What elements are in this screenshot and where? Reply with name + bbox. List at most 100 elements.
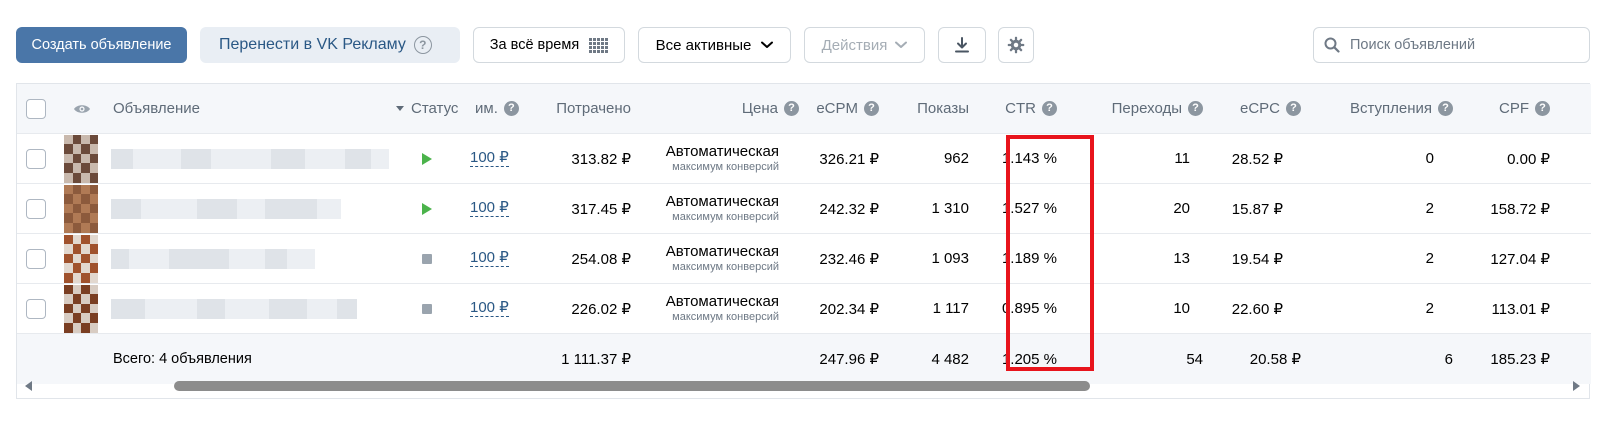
transfer-to-vk-ads-button[interactable]: Перенести в VK Рекламу ? — [200, 27, 460, 63]
status-cell[interactable] — [422, 234, 432, 283]
header-clicks[interactable]: Переходы? — [1077, 84, 1203, 133]
search-icon — [1324, 37, 1340, 53]
header-price[interactable]: Цена? — [637, 84, 799, 133]
clicks-cell: 10 — [1173, 300, 1190, 317]
clicks-cell: 11 — [1174, 150, 1190, 167]
price-mode: Автоматическая — [665, 243, 779, 260]
help-icon[interactable]: ? — [413, 36, 432, 54]
help-icon[interactable]: ? — [864, 101, 879, 116]
price-strategy: максимум конверсий — [672, 261, 779, 273]
help-icon[interactable]: ? — [1042, 101, 1057, 116]
table-row-3[interactable]: 100 ₽ 254.08 ₽ Автоматическая максимум к… — [17, 234, 1591, 284]
help-icon[interactable]: ? — [1535, 101, 1550, 116]
period-label: За всё время — [489, 37, 580, 53]
horizontal-scrollbar[interactable] — [17, 374, 1591, 400]
status-cell[interactable] — [422, 184, 432, 233]
header-joins[interactable]: Вступления? — [1317, 84, 1453, 133]
status-cell[interactable] — [422, 284, 432, 333]
row-checkbox[interactable] — [26, 248, 46, 269]
ad-thumbnail[interactable] — [64, 284, 98, 333]
header-ad[interactable]: Объявление — [113, 84, 200, 133]
help-icon[interactable]: ? — [1188, 101, 1203, 116]
scroll-thumb[interactable] — [174, 381, 1090, 391]
status-cell[interactable] — [422, 134, 432, 183]
ad-thumbnail[interactable] — [64, 234, 98, 283]
status-filter-label: Все активные — [655, 36, 752, 54]
ad-thumbnail[interactable] — [64, 184, 98, 233]
gear-icon — [1007, 36, 1025, 54]
spent-cell: 226.02 ₽ — [571, 300, 631, 318]
scroll-left-arrow-icon[interactable] — [25, 381, 32, 391]
create-ad-button[interactable]: Создать объявление — [16, 27, 187, 63]
period-selector-button[interactable]: За всё время — [473, 27, 625, 63]
help-icon[interactable]: ? — [1438, 101, 1453, 116]
header-price-label: Цена — [741, 100, 778, 117]
header-ecpc[interactable]: eCPC? — [1207, 84, 1301, 133]
header-budget-label: им. — [475, 100, 498, 117]
ctr-cell: 1.527 % — [1001, 200, 1057, 217]
help-icon[interactable]: ? — [1286, 101, 1301, 116]
ecpm-cell: 202.34 ₽ — [819, 300, 879, 318]
header-budget[interactable]: им.? — [475, 84, 519, 133]
status-filter-dropdown[interactable]: Все активные — [638, 27, 791, 63]
ad-name-blurred[interactable] — [111, 298, 357, 319]
header-clicks-label: Переходы — [1111, 100, 1182, 117]
budget-link[interactable]: 100 ₽ — [470, 300, 509, 317]
play-icon — [422, 152, 432, 165]
select-all-checkbox[interactable] — [26, 98, 46, 119]
play-icon — [422, 202, 432, 215]
scroll-right-arrow-icon[interactable] — [1573, 381, 1580, 391]
ecpm-cell: 326.21 ₽ — [819, 150, 879, 168]
header-ctr-label: CTR — [1005, 100, 1036, 117]
header-status[interactable]: Статус — [395, 84, 458, 133]
joins-cell: 0 — [1425, 150, 1434, 167]
budget-link[interactable]: 100 ₽ — [470, 250, 509, 267]
table-row-2[interactable]: 100 ₽ 317.45 ₽ Автоматическая максимум к… — [17, 184, 1591, 234]
header-ecpc-label: eCPC — [1239, 100, 1280, 117]
price-mode: Автоматическая — [665, 193, 779, 210]
cpf-cell: 113.01 ₽ — [1491, 300, 1550, 318]
table-row-1[interactable]: 100 ₽ 313.82 ₽ Автоматическая максимум к… — [17, 134, 1591, 184]
transfer-label: Перенести в VK Рекламу — [219, 36, 406, 53]
impressions-cell: 1 310 — [931, 200, 969, 217]
ad-name-cell — [111, 234, 315, 283]
header-ecpm[interactable]: eCPM? — [787, 84, 879, 133]
ctr-cell: 1.189 % — [1001, 250, 1057, 267]
actions-dropdown[interactable]: Действия — [804, 27, 925, 63]
ad-name-cell — [111, 134, 389, 183]
ad-thumbnail[interactable] — [64, 134, 98, 183]
price-mode: Автоматическая — [665, 293, 779, 310]
header-ecpm-label: eCPM — [816, 100, 858, 117]
ecpm-cell: 242.32 ₽ — [819, 200, 879, 218]
header-impressions[interactable]: Показы — [887, 84, 969, 133]
cpf-cell: 158.72 ₽ — [1490, 200, 1550, 218]
table-row-4[interactable]: 100 ₽ 226.02 ₽ Автоматическая максимум к… — [17, 284, 1591, 334]
header-cpf[interactable]: CPF? — [1457, 84, 1550, 133]
budget-link[interactable]: 100 ₽ — [470, 150, 509, 167]
ad-name-blurred[interactable] — [111, 248, 315, 269]
joins-cell: 2 — [1425, 250, 1434, 267]
search-input[interactable] — [1350, 37, 1580, 53]
impressions-cell: 962 — [943, 150, 969, 167]
row-checkbox[interactable] — [26, 148, 46, 169]
ad-name-blurred[interactable] — [111, 148, 389, 169]
header-ctr[interactable]: CTR? — [977, 84, 1057, 133]
price-cell: Автоматическая максимум конверсий — [637, 284, 779, 333]
search-box[interactable] — [1313, 27, 1590, 63]
budget-cell: 100 ₽ — [470, 284, 509, 333]
price-mode: Автоматическая — [665, 143, 779, 160]
joins-cell: 2 — [1425, 200, 1434, 217]
row-checkbox[interactable] — [26, 298, 46, 319]
clicks-cell: 13 — [1173, 250, 1190, 267]
joins-cell: 2 — [1425, 300, 1434, 317]
download-button[interactable] — [938, 27, 986, 63]
stop-icon — [422, 303, 432, 314]
header-spent[interactable]: Потрачено — [517, 84, 631, 133]
spent-cell: 254.08 ₽ — [571, 250, 631, 268]
ad-name-blurred[interactable] — [111, 198, 341, 219]
budget-link[interactable]: 100 ₽ — [470, 200, 509, 217]
settings-button[interactable] — [998, 27, 1034, 63]
cpf-cell: 127.04 ₽ — [1490, 250, 1550, 268]
row-checkbox[interactable] — [26, 198, 46, 219]
price-strategy: максимум конверсий — [672, 161, 779, 173]
